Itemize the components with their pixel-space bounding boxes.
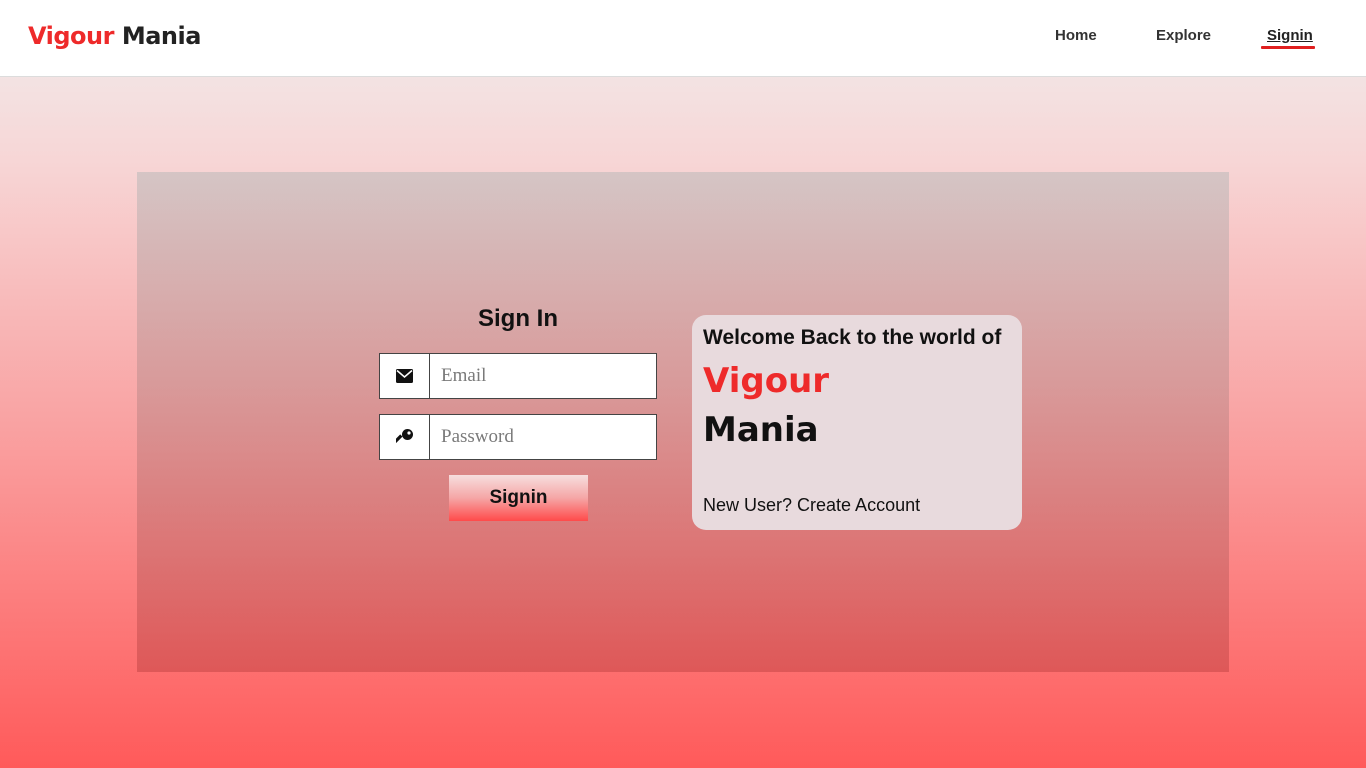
welcome-card: Welcome Back to the world of Vigour Mani…	[692, 315, 1022, 530]
nav-link-home[interactable]: Home	[1055, 27, 1097, 44]
password-input-group	[379, 414, 657, 460]
brand-logo-vigour: Vigour	[28, 22, 114, 50]
brand-logo[interactable]: Vigour Mania	[28, 22, 201, 50]
nav-link-explore[interactable]: Explore	[1156, 27, 1211, 44]
main-panel	[137, 172, 1229, 672]
active-nav-indicator	[1261, 46, 1315, 49]
signin-title: Sign In	[478, 305, 558, 332]
email-input-group	[379, 353, 657, 399]
create-account-link[interactable]: New User? Create Account	[703, 495, 920, 516]
password-input[interactable]	[430, 414, 657, 460]
brand-logo-mania: Mania	[121, 22, 202, 50]
welcome-brand-mania: Mania	[703, 410, 819, 450]
signin-submit-button[interactable]: Signin	[449, 475, 588, 521]
email-input[interactable]	[430, 353, 657, 399]
welcome-brand-vigour: Vigour	[703, 361, 830, 401]
key-icon	[379, 414, 430, 460]
welcome-heading: Welcome Back to the world of	[703, 326, 1002, 349]
top-navbar: Vigour Mania Home Explore Signin	[0, 0, 1366, 77]
nav-link-signin[interactable]: Signin	[1267, 27, 1313, 44]
envelope-icon	[379, 353, 430, 399]
